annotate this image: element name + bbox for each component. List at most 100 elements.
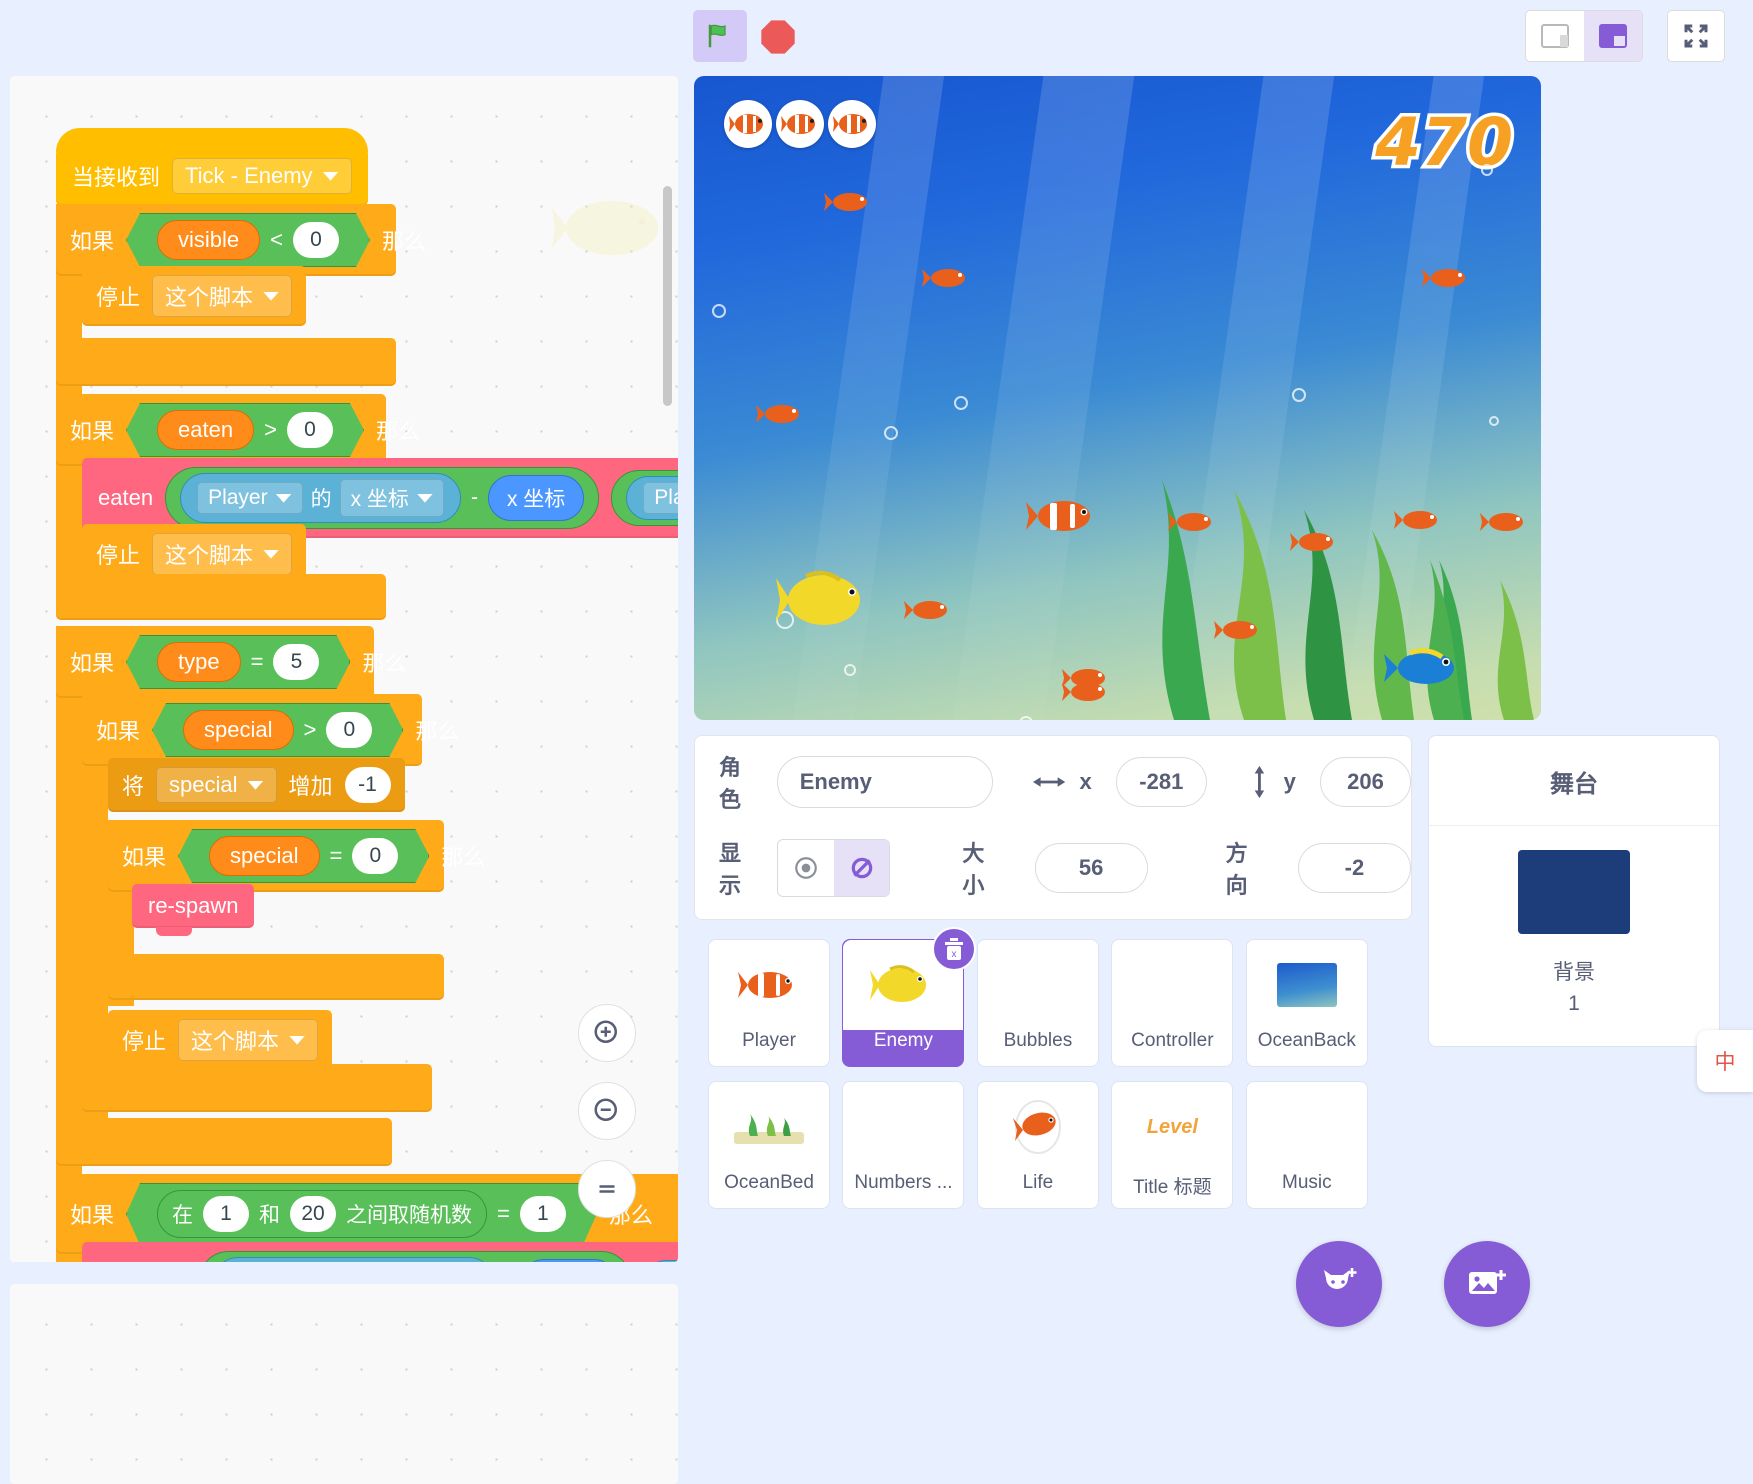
motion-x-position-3[interactable]: x 坐标 bbox=[520, 1259, 618, 1262]
sprite-card-enemy[interactable]: x Enemy bbox=[842, 927, 977, 1067]
stage-panel[interactable]: 舞台 背景 1 bbox=[1428, 735, 1736, 1481]
sensing-of-player-1[interactable]: Player 的 x 坐标 bbox=[180, 473, 461, 523]
block-if-special-eq[interactable]: 如果 special = 0 那么 bbox=[108, 820, 485, 892]
random-max[interactable]: 20 bbox=[290, 1196, 336, 1232]
random-min[interactable]: 1 bbox=[203, 1196, 249, 1232]
code-canvas-lower[interactable] bbox=[10, 1284, 678, 1484]
sprite-info-panel[interactable]: 角色 Enemy x -281 y 206 显示 大小 56 方向 -2 bbox=[694, 735, 1412, 920]
compare-value[interactable]: 0 bbox=[326, 712, 372, 748]
condition-special-equals[interactable]: special = 0 bbox=[178, 829, 429, 883]
visibility-toggle-group[interactable] bbox=[777, 839, 891, 897]
compare-value[interactable]: 1 bbox=[520, 1196, 566, 1232]
operator-subtract-1[interactable]: Player 的 x 坐标 - x 坐标 bbox=[165, 467, 600, 529]
sprite-card-music[interactable]: Music bbox=[1245, 1081, 1368, 1209]
code-canvas[interactable]: 当接收到 Tick - Enemy 如果 visible < 0 那么 停止 这… bbox=[10, 76, 678, 1262]
variable-special-2[interactable]: special bbox=[209, 836, 319, 876]
block-stop-3[interactable]: 停止 这个脚本 bbox=[108, 1010, 333, 1070]
block-when-receive[interactable]: 当接收到 Tick - Enemy bbox=[56, 128, 368, 206]
sprite-card-controller[interactable]: Controller bbox=[1111, 939, 1234, 1067]
operator-symbol: = bbox=[497, 1201, 510, 1226]
operator-pick-random[interactable]: 在 1 和 20 之间取随机数 bbox=[157, 1190, 487, 1238]
operator-subtract-3[interactable]: Player 的 x 坐标 - x 坐标 bbox=[198, 1251, 633, 1262]
block-if-eaten[interactable]: 如果 eaten > 0 那么 bbox=[56, 394, 420, 466]
variable-special[interactable]: special bbox=[183, 710, 293, 750]
vertical-scrollbar[interactable] bbox=[663, 186, 672, 406]
sprite-card-oceanback[interactable]: OceanBack bbox=[1245, 939, 1368, 1067]
fullscreen-button[interactable] bbox=[1667, 10, 1725, 62]
compare-value[interactable]: 0 bbox=[287, 412, 333, 448]
change-amount[interactable]: -1 bbox=[344, 767, 391, 803]
sprite-name-input[interactable]: Enemy bbox=[776, 756, 994, 808]
variable-visible[interactable]: visible bbox=[157, 220, 260, 260]
delete-sprite-button[interactable]: x bbox=[932, 927, 977, 971]
sprite-card-bubbles[interactable]: Bubbles bbox=[976, 939, 1099, 1067]
block-stop-1[interactable]: 停止 这个脚本 bbox=[82, 266, 307, 326]
stage-canvas[interactable]: 470 bbox=[694, 76, 1541, 720]
compare-value[interactable]: 0 bbox=[352, 838, 398, 874]
green-flag-button[interactable] bbox=[693, 10, 747, 62]
block-respawn[interactable]: re-spawn bbox=[132, 884, 255, 936]
variable-type[interactable]: type bbox=[157, 642, 241, 682]
sensing-of-player-3[interactable]: Player 的 x 坐标 bbox=[213, 1257, 494, 1262]
block-proximity-custom[interactable]: proximity Player 的 x 坐标 - x 坐标 bbox=[82, 1242, 678, 1262]
stop-option-dropdown-3[interactable]: 这个脚本 bbox=[178, 1019, 319, 1061]
stop-sign-icon bbox=[761, 20, 795, 54]
sprite-card-player[interactable]: Player bbox=[708, 939, 830, 1067]
size-input[interactable]: 56 bbox=[1034, 843, 1148, 893]
show-sprite-button[interactable] bbox=[778, 840, 834, 896]
property-dropdown[interactable]: x 坐标 bbox=[339, 479, 444, 517]
operator-subtract-2[interactable]: Player 的 bbox=[611, 470, 678, 526]
message-dropdown[interactable]: Tick - Enemy bbox=[172, 158, 352, 194]
add-backdrop-button[interactable] bbox=[1444, 1241, 1530, 1327]
condition-equals-type[interactable]: type = 5 bbox=[126, 635, 350, 689]
compare-value[interactable]: 5 bbox=[273, 644, 319, 680]
y-input[interactable]: 206 bbox=[1319, 757, 1411, 807]
stage-selector-card[interactable]: 舞台 背景 1 bbox=[1428, 735, 1720, 1047]
block-if-type[interactable]: 如果 type = 5 那么 bbox=[56, 626, 406, 698]
trash-icon: x bbox=[945, 938, 964, 960]
sensing-of-player-2[interactable]: Player 的 bbox=[626, 476, 678, 520]
sprite-dropdown[interactable]: Player bbox=[197, 482, 303, 514]
sprite-list-panel[interactable]: Player x Enemy Bubbles Controller OceanB… bbox=[694, 925, 1412, 1481]
x-input[interactable]: -281 bbox=[1115, 757, 1207, 807]
block-if-special-gt[interactable]: 如果 special > 0 那么 bbox=[82, 694, 459, 766]
sprite-card-life[interactable]: Life bbox=[976, 1081, 1099, 1209]
condition-special-greater[interactable]: special > 0 bbox=[152, 703, 403, 757]
code-area[interactable]: 当接收到 Tick - Enemy 如果 visible < 0 那么 停止 这… bbox=[0, 0, 690, 1484]
stop-option-dropdown[interactable]: 这个脚本 bbox=[152, 275, 293, 317]
add-sprite-button[interactable] bbox=[1296, 1241, 1382, 1327]
sprite-card-oceanbed[interactable]: OceanBed bbox=[708, 1081, 830, 1209]
motion-x-position[interactable]: x 坐标 bbox=[487, 475, 585, 521]
add-backdrop-icon bbox=[1469, 1270, 1506, 1294]
sprite-thumbnail bbox=[1246, 1082, 1367, 1172]
enemy-fish bbox=[1394, 511, 1437, 529]
zoom-out-button[interactable] bbox=[578, 1082, 636, 1140]
backdrop-thumbnail[interactable] bbox=[1518, 850, 1630, 934]
sprite-card-numbers[interactable]: Numbers ... bbox=[842, 1081, 965, 1209]
variable-dropdown-special[interactable]: special bbox=[156, 767, 277, 803]
stop-option-dropdown-2[interactable]: 这个脚本 bbox=[152, 533, 293, 575]
operator-symbol: > bbox=[264, 417, 277, 442]
compare-value[interactable]: 0 bbox=[293, 222, 339, 258]
blue-tang-fish bbox=[1384, 648, 1454, 684]
stop-button[interactable] bbox=[757, 16, 799, 58]
enemy-fish bbox=[1480, 513, 1523, 531]
zoom-reset-button[interactable] bbox=[578, 1160, 636, 1218]
zoom-in-button[interactable] bbox=[578, 1004, 636, 1062]
variable-eaten[interactable]: eaten bbox=[157, 410, 254, 450]
ime-indicator[interactable]: 中 bbox=[1697, 1030, 1753, 1092]
small-stage-button[interactable] bbox=[1526, 11, 1584, 61]
enemy-fish bbox=[922, 269, 965, 287]
large-stage-button[interactable] bbox=[1584, 11, 1642, 61]
sensing-of-player-4[interactable]: Player bbox=[644, 1260, 678, 1262]
condition-less-than[interactable]: visible < 0 bbox=[126, 213, 370, 267]
direction-input[interactable]: -2 bbox=[1297, 843, 1411, 893]
condition-random-equals[interactable]: 在 1 和 20 之间取随机数 = 1 bbox=[126, 1183, 597, 1245]
block-change-special[interactable]: 将 special 增加 -1 bbox=[108, 758, 405, 812]
stage-size-toggle-group[interactable] bbox=[1525, 10, 1643, 62]
hide-sprite-button[interactable] bbox=[833, 840, 890, 896]
player-clownfish bbox=[1026, 501, 1090, 531]
sprite-dropdown-2[interactable]: Player bbox=[643, 482, 678, 514]
condition-greater-than[interactable]: eaten > 0 bbox=[126, 403, 364, 457]
sprite-card-title[interactable]: Level Title 标题 bbox=[1111, 1081, 1234, 1209]
